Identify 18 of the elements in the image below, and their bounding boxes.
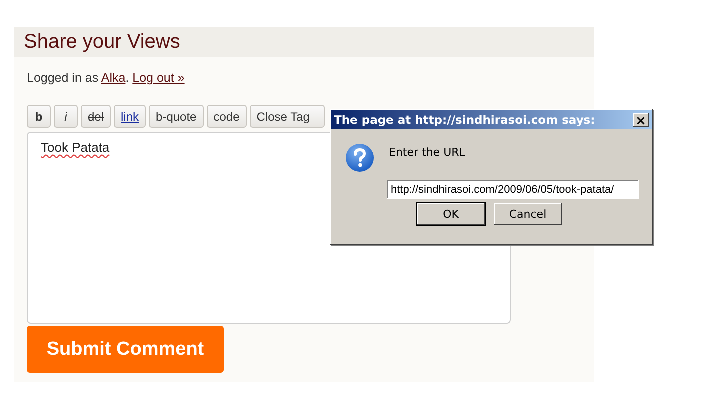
close-button[interactable]: × bbox=[633, 112, 649, 126]
dialog-button[interactable]: Cancel bbox=[494, 203, 562, 225]
format-button[interactable]: Close Tag bbox=[250, 105, 325, 128]
dialog-button[interactable]: OK bbox=[417, 203, 485, 225]
format-button[interactable]: link bbox=[114, 105, 146, 128]
dialog-title: The page at http://sindhirasoi.com says: bbox=[334, 112, 596, 126]
logout-link[interactable]: Log out » bbox=[132, 71, 185, 85]
user-link[interactable]: Alka bbox=[101, 71, 126, 85]
format-button[interactable]: code bbox=[206, 105, 247, 128]
prompt-message: Enter the URL bbox=[389, 146, 466, 159]
format-button[interactable]: b-quote bbox=[149, 105, 204, 128]
login-text: Logged in as Alka. Log out » bbox=[27, 71, 186, 85]
question-icon bbox=[345, 143, 375, 173]
url-field[interactable]: http://sindhirasoi.com/2009/06/05/took-patata/ bbox=[387, 180, 639, 199]
section-title: Share your Views bbox=[24, 30, 180, 54]
format-button[interactable]: del bbox=[81, 105, 112, 128]
format-button[interactable]: i bbox=[54, 105, 78, 128]
format-button[interactable]: b bbox=[27, 105, 51, 128]
